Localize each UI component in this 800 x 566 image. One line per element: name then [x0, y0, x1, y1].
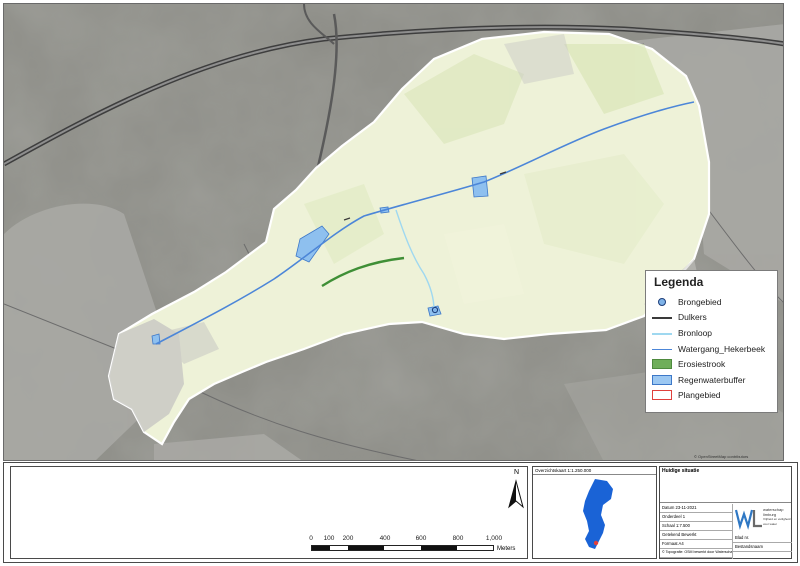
scalebar-unit: Meters: [497, 546, 516, 552]
legend-label: Dulkers: [678, 312, 707, 323]
title-block-status: Blad nr. Bestandsnaam: [732, 534, 792, 559]
overview-map-title: Overzichtskaart 1:1.250.000: [533, 467, 656, 475]
map-canvas[interactable]: Legenda Brongebied Dulkers Bronloop Wate…: [3, 3, 784, 461]
title-block-fields: Datum 23-11-2021 Onderdeel 1 Schaal 1:7.…: [660, 504, 732, 558]
legend-label: Bronloop: [678, 327, 713, 338]
title-block-row: © Topografie: OSM bewerkt door Waterscha…: [660, 549, 732, 558]
waterschap-logo-icon: [735, 509, 762, 530]
location-marker-icon: [593, 540, 599, 546]
legend-title: Legenda: [654, 275, 704, 289]
dulkers-line-icon: [652, 312, 672, 322]
logo-text: waterschap limburg Vrijheid en veilighei…: [763, 507, 792, 526]
legend-item-watergang: Watergang_Hekerbeek: [652, 341, 771, 357]
title-block-row: Datum 23-11-2021: [660, 504, 732, 513]
layout-footer: N 0 100 200 400 600 800 1,000 Meters Ove…: [3, 462, 798, 563]
legend-item-bronloop: Bronloop: [652, 325, 771, 341]
province-limburg-shape: [583, 479, 613, 549]
legend-item-brongebied: Brongebied: [652, 294, 771, 310]
map-copyright: © OpenStreetMap contributors: [694, 454, 749, 459]
overview-map: Overzichtskaart 1:1.250.000: [532, 466, 657, 559]
scale-tick-label: 0: [309, 535, 313, 542]
scale-tick-label: 200: [342, 535, 354, 542]
legend-item-dulkers: Dulkers: [652, 310, 771, 326]
legend-label: Brongebied: [678, 296, 722, 307]
scale-tick-label: 800: [452, 535, 464, 542]
title-block-title: Huidige situatie: [660, 467, 791, 503]
legend-label: Erosiestrook: [678, 359, 726, 370]
legend-label: Regenwaterbuffer: [678, 374, 746, 385]
title-block-row: Onderdeel 1: [660, 513, 732, 522]
scale-tick-label: 100: [323, 535, 335, 542]
title-block-row: Formaat A4: [660, 540, 732, 549]
scalebar: 0 100 200 400 600 800 1,000 Meters: [306, 535, 515, 555]
scale-tick-label: 400: [379, 535, 391, 542]
scalebar-labels: 0 100 200 400 600 800 1,000: [306, 535, 506, 543]
regenwaterbuffer-swatch-icon: [652, 374, 672, 385]
title-block-row: Schaal 1:7.500: [660, 522, 732, 531]
bronloop-line-icon: [652, 328, 672, 338]
brongebied-dot-icon: [652, 297, 672, 307]
legend-label: Watergang_Hekerbeek: [678, 343, 766, 354]
legend-item-erosiestrook: Erosiestrook: [652, 356, 771, 372]
north-arrow-icon: [508, 479, 524, 509]
title-block: Huidige situatie Datum 23-11-2021 Onderd…: [659, 466, 792, 559]
legend-item-plangebied: Plangebied: [652, 388, 771, 404]
logo-line: Vrijheid en veiligheid voor water: [763, 517, 791, 526]
status-row: Bestandsnaam: [733, 543, 792, 552]
scale-tick-label: 600: [415, 535, 427, 542]
watergang-line-icon: [652, 344, 672, 354]
legend: Legenda Brongebied Dulkers Bronloop Wate…: [645, 270, 778, 413]
scalebar-segments: [311, 545, 494, 551]
title-block-row: Getekend Bewerkt: [660, 531, 732, 540]
overview-map-svg: [583, 479, 613, 549]
erosiestrook-swatch-icon: [652, 359, 672, 370]
footer-left-box: N 0 100 200 400 600 800 1,000 Meters: [10, 466, 528, 559]
legend-item-regenwaterbuffer: Regenwaterbuffer: [652, 372, 771, 388]
scale-tick-label: 1,000: [485, 535, 503, 542]
legend-label: Plangebied: [678, 390, 721, 401]
status-row: Blad nr.: [733, 534, 792, 543]
waterschap-logo: waterschap limburg Vrijheid en veilighei…: [732, 504, 792, 534]
brongebied-marker[interactable]: [431, 306, 439, 314]
plangebied-swatch-icon: [652, 390, 672, 401]
